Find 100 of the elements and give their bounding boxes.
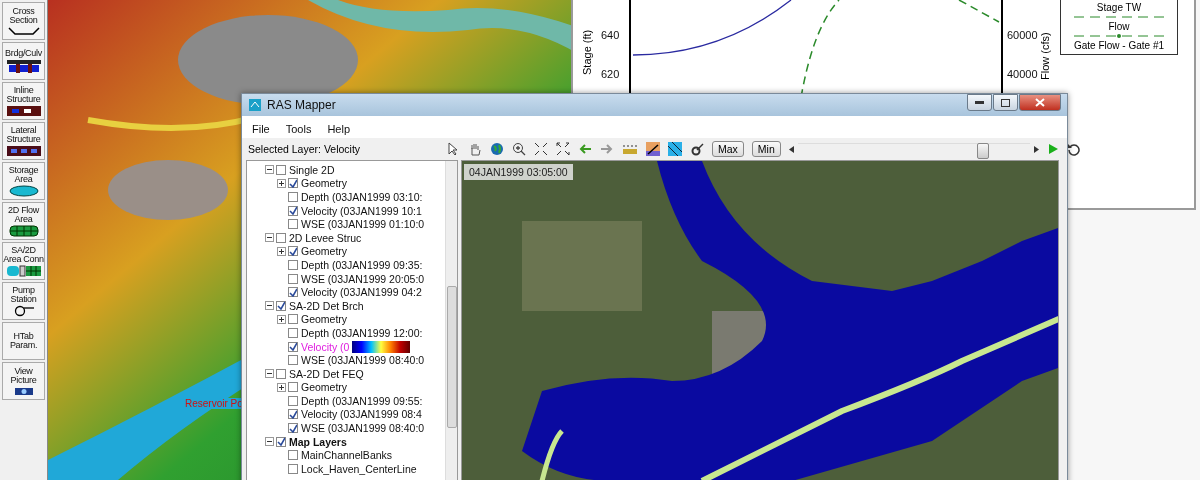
menu-item[interactable]: Help [327, 123, 351, 135]
minimize-button[interactable] [967, 94, 992, 111]
bridge-icon [5, 59, 42, 73]
tree-item[interactable]: WSE (03JAN1999 08:40:0 [300, 422, 426, 435]
profile-line-icon[interactable] [646, 142, 660, 156]
checkbox[interactable] [276, 232, 286, 243]
tool-palette-button[interactable]: Cross Section [2, 2, 45, 40]
pointer-icon[interactable] [446, 142, 460, 156]
checkbox[interactable] [288, 450, 298, 461]
slider-thumb[interactable] [977, 142, 990, 159]
checkbox[interactable] [276, 164, 286, 175]
scrollbar[interactable] [445, 161, 457, 480]
tree-item[interactable]: Map Layers [288, 435, 348, 448]
shrink-icon[interactable] [534, 142, 548, 156]
checkbox[interactable] [276, 368, 286, 379]
tree-item[interactable]: Single 2D [288, 163, 336, 176]
tree-item[interactable]: WSE (03JAN1999 08:40:0 [300, 354, 426, 367]
timestamp-label: 04JAN1999 03:05:00 [464, 164, 573, 180]
globe-icon[interactable] [490, 142, 504, 156]
minimize-icon [975, 101, 984, 104]
checkbox[interactable] [288, 273, 298, 284]
zoom-in-icon[interactable] [512, 142, 526, 156]
collapse-icon[interactable] [265, 233, 274, 243]
tree-item[interactable]: Velocity (03JAN1999 04:2 [300, 286, 423, 299]
expand-icon[interactable] [277, 382, 286, 392]
checkbox[interactable] [288, 178, 298, 189]
maximize-icon [1001, 98, 1010, 107]
legend-line-icon [1074, 14, 1164, 20]
tree-item[interactable]: Geometry [300, 381, 349, 394]
checkbox[interactable] [288, 314, 298, 325]
reset-icon[interactable] [1066, 142, 1080, 156]
play-icon[interactable] [1046, 143, 1059, 155]
checkbox[interactable] [288, 259, 298, 270]
back-arrow-icon[interactable] [578, 142, 592, 156]
tool-palette-button[interactable]: Inline Structure [2, 82, 45, 120]
checkbox[interactable] [288, 192, 298, 202]
tool-palette-button[interactable]: View Picture [2, 362, 45, 400]
checkbox[interactable] [288, 423, 298, 434]
checkbox[interactable] [288, 355, 298, 366]
tree-item[interactable]: Geometry [300, 313, 349, 326]
close-button[interactable] [1019, 94, 1061, 111]
tool-palette-button[interactable]: 2D Flow Area [2, 202, 45, 240]
lateral-structure-icon [5, 144, 42, 157]
collapse-icon[interactable] [265, 165, 274, 175]
checkbox[interactable] [288, 327, 298, 338]
checkbox[interactable] [288, 205, 298, 216]
tree-item[interactable]: MainChannelBanks [300, 449, 394, 462]
expand-icon[interactable] [277, 314, 286, 324]
tree-item[interactable]: Velocity (03JAN1999 10:1 [300, 204, 423, 217]
axis-tick-label: 40000 [1007, 68, 1038, 80]
toolbar-button[interactable]: Max [712, 141, 744, 157]
checkbox[interactable] [288, 287, 298, 298]
time-slider[interactable] [788, 142, 1039, 156]
tree-item[interactable]: SA-2D Det Brch [288, 299, 365, 312]
tree-item[interactable]: SA-2D Det FEQ [288, 367, 365, 380]
color-ramp [352, 340, 411, 353]
checkbox[interactable] [288, 219, 298, 230]
collapse-icon[interactable] [265, 369, 274, 379]
tree-item[interactable]: Lock_Haven_CenterLine [300, 462, 418, 475]
checkbox[interactable] [276, 300, 286, 311]
tree-item[interactable]: Geometry [300, 177, 349, 190]
ruler-icon[interactable] [622, 142, 638, 156]
tool-palette-button[interactable]: Brdg/Culv [2, 42, 45, 80]
checkbox[interactable] [288, 341, 298, 352]
maximize-button[interactable] [993, 94, 1018, 111]
grid-area-icon [8, 224, 39, 237]
checkbox[interactable] [288, 382, 298, 393]
tree-item[interactable]: 2D Levee Struc [288, 231, 363, 244]
menu-item[interactable]: File [252, 123, 270, 135]
checkbox[interactable] [288, 395, 298, 406]
tree-item[interactable]: Depth (03JAN1999 09:55: [300, 394, 424, 407]
checkbox[interactable] [288, 463, 298, 474]
full-extent-icon[interactable] [556, 142, 570, 156]
expand-icon[interactable] [277, 178, 286, 188]
collapse-icon[interactable] [265, 301, 274, 311]
tool-palette-button[interactable]: SA/2D Area Conn [2, 242, 45, 280]
collapse-icon[interactable] [265, 437, 274, 447]
tool-palette-button[interactable]: Storage Area [2, 162, 45, 200]
axis-tick-label: 640 [601, 29, 620, 41]
checkbox[interactable] [288, 246, 298, 257]
tool-palette-button[interactable]: HTab Param. [2, 322, 45, 360]
tree-item[interactable]: WSE (03JAN1999 01:10:0 [300, 218, 426, 231]
layer-map-icon[interactable] [668, 142, 682, 156]
toolbar-button[interactable]: Min [751, 141, 781, 157]
hand-icon[interactable] [468, 142, 482, 156]
menu-item[interactable]: Tools [285, 123, 312, 135]
tree-item[interactable]: WSE (03JAN1999 20:05:0 [300, 272, 426, 285]
tree-item[interactable]: Velocity (0 [300, 340, 351, 353]
tree-item[interactable]: Depth (03JAN1999 12:00: [300, 326, 424, 339]
selected-layer-label: Selected Layer: Velocity [247, 143, 362, 155]
legend-label: Flow [1108, 21, 1130, 32]
tree-item[interactable]: Depth (03JAN1999 09:35: [300, 258, 424, 271]
checkbox[interactable] [276, 436, 286, 447]
tree-item[interactable]: Geometry [300, 245, 349, 258]
tree-item[interactable]: Depth (03JAN1999 03:10: [300, 191, 424, 203]
tool-palette-button[interactable]: Pump Station [2, 282, 45, 320]
checkbox[interactable] [288, 409, 298, 420]
tree-item[interactable]: Velocity (03JAN1999 08:4 [300, 408, 423, 421]
tool-palette-button[interactable]: Lateral Structure [2, 122, 45, 160]
expand-icon[interactable] [277, 246, 286, 256]
